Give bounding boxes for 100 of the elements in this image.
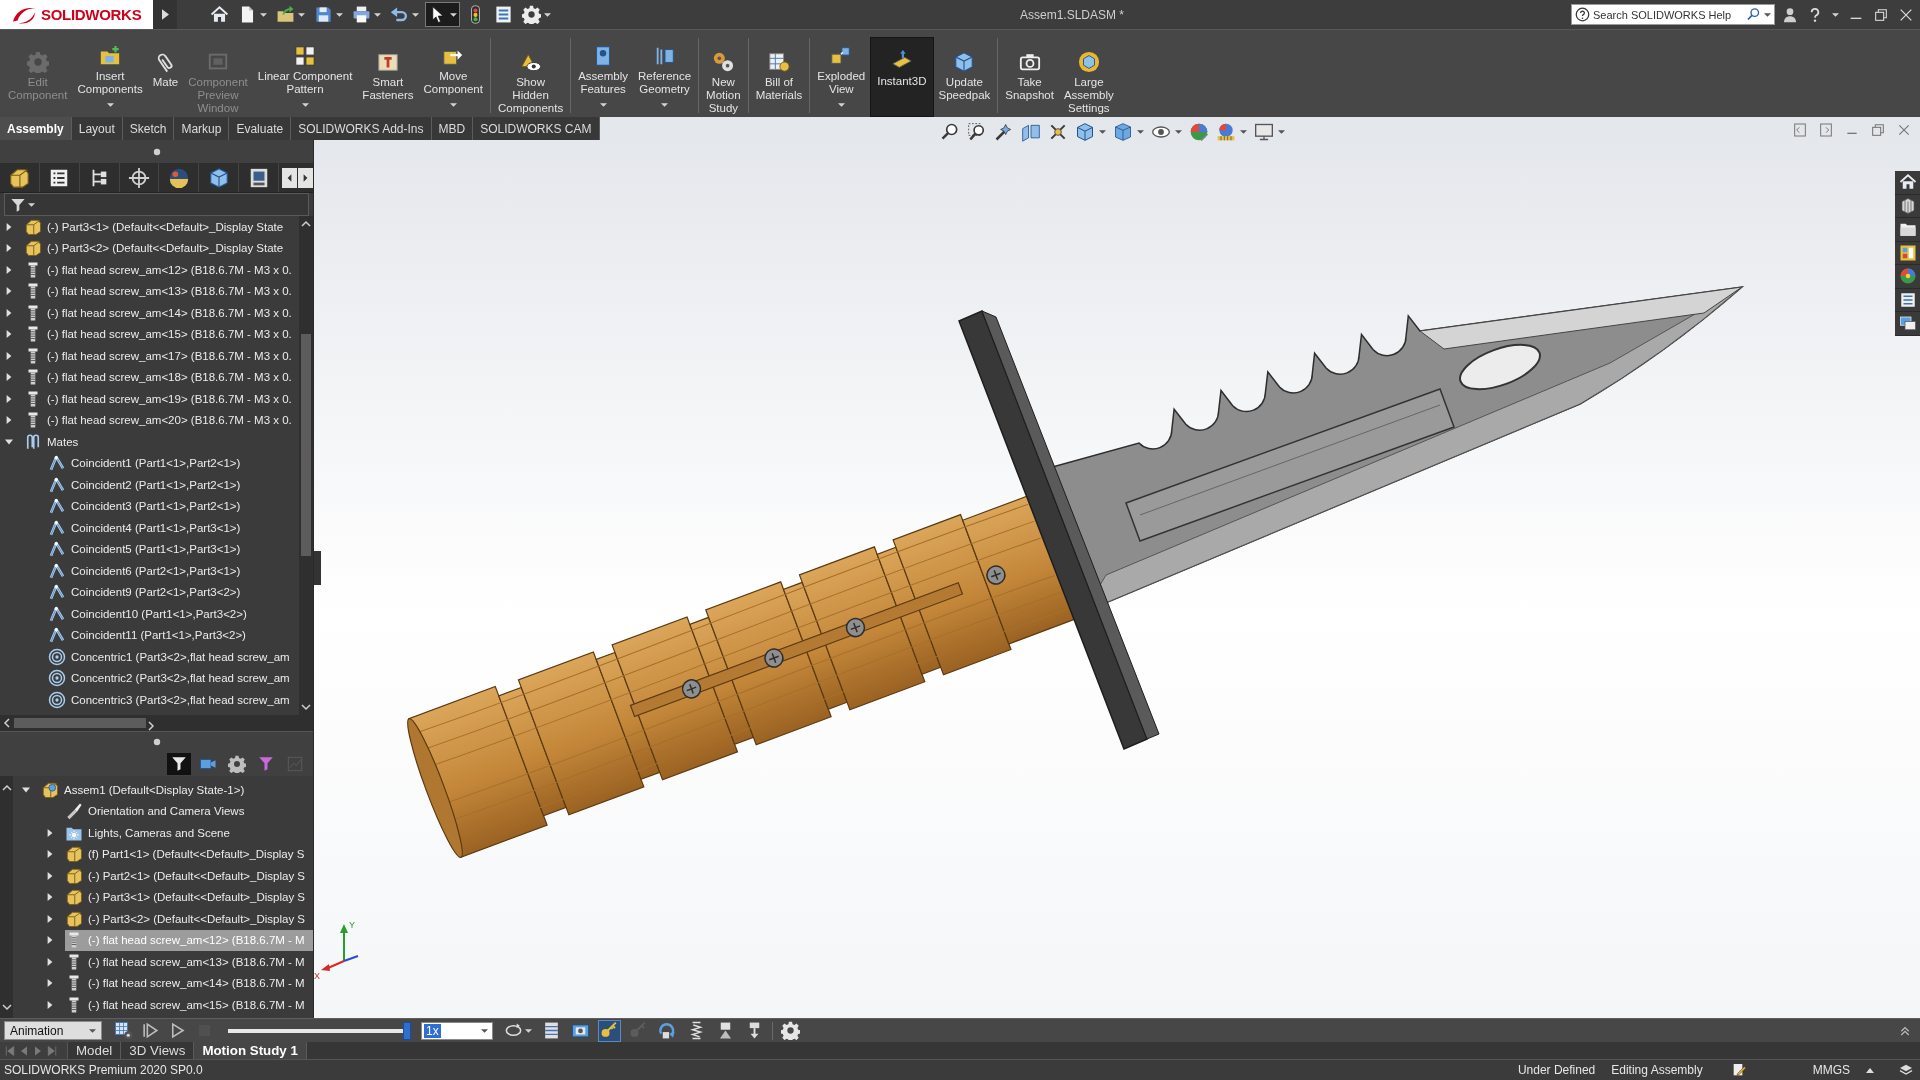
tree-item[interactable]: Coincident3 (Part1<1>,Part2<1>) <box>48 495 299 517</box>
instant3d-button[interactable]: Instant3D <box>870 37 934 117</box>
move-component-button[interactable]: Move Component <box>418 30 488 117</box>
caret-right-icon[interactable] <box>5 287 13 296</box>
color-sphere-icon[interactable] <box>1898 267 1917 286</box>
list-icon[interactable] <box>1898 290 1917 309</box>
gear-filter-button[interactable] <box>225 753 249 775</box>
tree-item[interactable]: (-) flat head screw_am<17> (B18.6.7M - M3 x 0. <box>24 345 299 367</box>
caret-right-icon[interactable] <box>46 893 54 902</box>
caret-icon[interactable] <box>28 202 35 207</box>
search-icon[interactable] <box>1746 7 1761 22</box>
tree-item[interactable]: (-) flat head screw_am<12> (B18.6.7M - M3 x 0. <box>24 259 299 281</box>
tree-item[interactable]: (-) flat head screw_am<19> (B18.6.7M - M3 x 0. <box>24 388 299 410</box>
tree-item[interactable]: Coincident1 (Part1<1>,Part2<1>) <box>48 452 299 474</box>
user-icon[interactable] <box>1782 6 1798 23</box>
smart-fasteners-button[interactable]: Smart Fasteners <box>357 30 419 117</box>
caret-icon[interactable] <box>1832 12 1839 17</box>
tree-item[interactable]: Concentric3 (Part3<2>,flat head screw_am <box>48 689 299 711</box>
panel-collapse-handle[interactable] <box>314 551 321 585</box>
caret-up-icon[interactable] <box>301 219 311 229</box>
filter-icon[interactable] <box>10 196 26 213</box>
caret-down-icon[interactable] <box>5 437 13 446</box>
search-field[interactable]: Search SOLIDWORKS Help <box>1593 6 1743 23</box>
caret-right-icon[interactable] <box>5 308 13 317</box>
caret-down-icon[interactable] <box>301 702 311 712</box>
tree-item[interactable]: (-) Part2<1> (Default<<Default>_Display S <box>65 865 313 887</box>
tree-item[interactable]: (-) flat head screw_am<15> (B18.6.7M - M <box>65 994 313 1016</box>
scroll-right-button[interactable] <box>298 167 313 188</box>
scroll-left-button[interactable] <box>282 167 297 188</box>
tree-item[interactable]: Coincident11 (Part1<1>,Part3<2>) <box>48 624 299 646</box>
caret-icon[interactable] <box>481 1028 488 1033</box>
tree-item[interactable]: Coincident10 (Part1<1>,Part3<2>) <box>48 603 299 625</box>
snapshot-button[interactable]: Take Snapshot <box>1000 30 1059 117</box>
layout-icon[interactable] <box>1898 243 1917 262</box>
caret-right-icon[interactable] <box>5 265 13 274</box>
caret-right-icon[interactable] <box>5 351 13 360</box>
search-box[interactable]: Search SOLIDWORKS Help <box>1571 4 1775 25</box>
tree-item[interactable]: (-) flat head screw_am<13> (B18.6.7M - M <box>65 951 313 973</box>
caret-right-icon[interactable] <box>46 1000 54 1009</box>
tree-item[interactable]: (-) flat head screw_am<13> (B18.6.7M - M3 x 0. <box>24 280 299 302</box>
caret-icon[interactable] <box>1764 12 1771 17</box>
caret-up-icon[interactable] <box>1866 1066 1874 1074</box>
tree-item[interactable]: (-) Part3<2> (Default<<Default>_Display S <box>65 908 313 930</box>
grip-dot-icon[interactable] <box>152 738 161 746</box>
caret-right-icon[interactable] <box>5 394 13 403</box>
mate-button[interactable]: Mate <box>147 30 184 117</box>
restore-icon[interactable] <box>1873 6 1889 23</box>
caret-right-icon[interactable] <box>46 871 54 880</box>
tree-item[interactable]: Concentric1 (Part3<2>,flat head screw_am <box>48 646 299 668</box>
tree-item[interactable]: Coincident4 (Part1<1>,Part3<1>) <box>48 517 299 539</box>
tree-item[interactable]: Lights, Cameras and Scene <box>65 822 313 844</box>
calculate-button[interactable] <box>112 1019 135 1042</box>
panel-right-icon[interactable] <box>1818 122 1834 138</box>
cube-icon[interactable] <box>1075 122 1095 142</box>
exploded-view-button[interactable]: Exploded View <box>812 30 871 117</box>
tree-item[interactable]: (-) flat head screw_am<20> (B18.6.7M - M3 x 0. <box>24 409 299 431</box>
study-tab[interactable]: Motion Study 1 <box>194 1042 307 1059</box>
panel-left-icon[interactable] <box>1792 122 1808 138</box>
magnifier-icon[interactable] <box>940 122 960 142</box>
caret-right-icon[interactable] <box>46 979 54 988</box>
caret-right-icon[interactable] <box>5 222 13 231</box>
tree-item[interactable]: Orientation and Camera Views <box>65 800 313 822</box>
caret-up-icon[interactable] <box>1 783 12 793</box>
caret-right-icon[interactable] <box>46 936 54 945</box>
caret-down-icon[interactable] <box>22 785 30 794</box>
split-cube-icon[interactable] <box>1021 122 1041 142</box>
bom-button[interactable]: Bill of Materials <box>750 30 808 117</box>
speedpak-button[interactable]: Update Speedpak <box>933 30 996 117</box>
caret-icon[interactable] <box>1175 130 1182 134</box>
caret-left-icon[interactable] <box>2 718 12 728</box>
caret-icon[interactable] <box>1278 130 1285 134</box>
last-icon[interactable] <box>46 1044 58 1057</box>
reference-geometry-button[interactable]: Reference Geometry <box>633 30 697 117</box>
caret-right-icon[interactable] <box>46 850 54 859</box>
scrollbar[interactable] <box>0 715 313 731</box>
show-hidden-button[interactable]: Show Hidden Components <box>492 30 569 117</box>
tree-item[interactable]: (f) Part1<1> (Default<<Default>_Display S <box>65 843 313 865</box>
sphere-scene-icon[interactable] <box>1216 122 1236 142</box>
units-text[interactable]: MMGS <box>1812 1063 1850 1077</box>
close-icon[interactable] <box>1896 122 1912 138</box>
tree-item[interactable]: (-) flat head screw_am<14> (B18.6.7M - M <box>65 972 313 994</box>
caret-right-icon[interactable] <box>5 373 13 382</box>
caret-icon[interactable] <box>89 1028 96 1033</box>
tree-item[interactable]: Coincident6 (Part2<1>,Part3<1>) <box>48 560 299 582</box>
first-icon[interactable] <box>4 1044 16 1057</box>
striped-cube-icon[interactable] <box>1898 196 1917 215</box>
grip-dot-icon[interactable] <box>152 147 161 156</box>
scrollbar[interactable] <box>299 216 313 715</box>
menu-arrow-icon[interactable] <box>161 9 169 20</box>
caret-down-icon[interactable] <box>1 1002 12 1012</box>
shaded-cube-icon[interactable] <box>1113 122 1133 142</box>
autokey-button[interactable] <box>598 1019 621 1042</box>
tree-item[interactable]: (-) Part3<2> (Default<<Default>_Display State <box>24 237 299 259</box>
ribbon-tab[interactable]: Assembly <box>0 117 72 140</box>
caret-right-icon[interactable] <box>5 330 13 339</box>
tree-item[interactable]: (-) flat head screw_am<14> (B18.6.7M - M3 x 0. <box>24 302 299 324</box>
caret-right-icon[interactable] <box>46 828 54 837</box>
tree-item[interactable]: (-) flat head screw_am<15> (B18.6.7M - M3 x 0. <box>24 323 299 345</box>
tree-item[interactable]: Coincident2 (Part1<1>,Part2<1>) <box>48 474 299 496</box>
filter-button[interactable] <box>167 753 191 775</box>
